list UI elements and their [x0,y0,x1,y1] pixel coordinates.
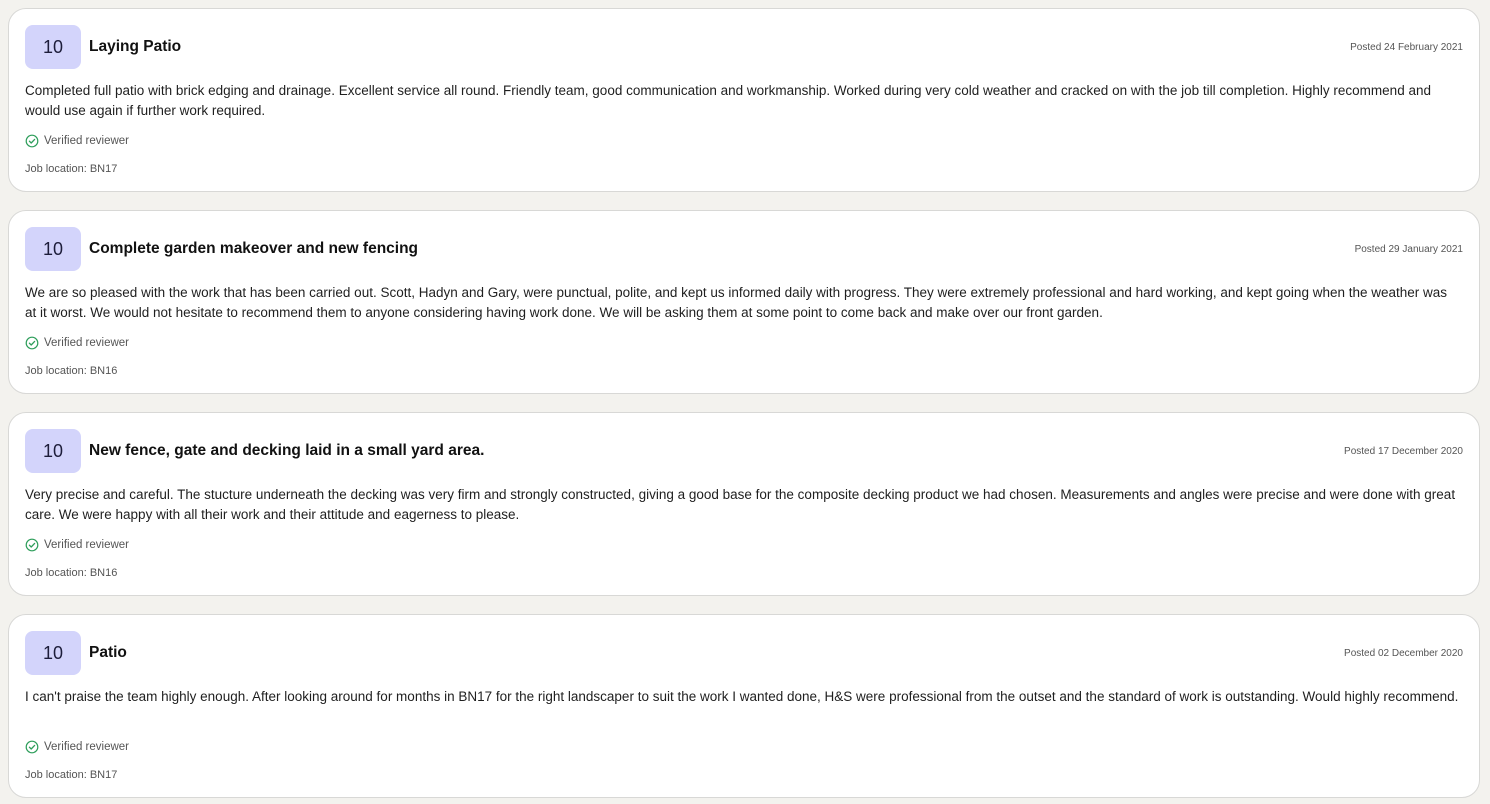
verified-label: Verified reviewer [44,337,130,349]
verified-label: Verified reviewer [44,135,130,147]
check-circle-icon [25,336,39,350]
check-circle-icon [25,538,39,552]
review-body: We are so pleased with the work that has… [25,285,1448,320]
review-title: New fence, gate and decking laid in a sm… [89,442,485,459]
review-title: Patio [89,644,127,661]
check-circle-icon [25,740,39,754]
job-location: Job location: BN16 [25,365,118,377]
verified-label: Verified reviewer [44,539,130,551]
review-card: 10 New fence, gate and decking laid in a… [8,412,1480,596]
review-card: 10 Patio Posted 02 December 2020 I can't… [8,614,1480,798]
score-badge: 10 [25,631,81,675]
review-card: 10 Laying Patio Posted 24 February 2021 … [8,8,1480,192]
posted-date: Posted 29 January 2021 [1354,244,1463,255]
review-body: Very precise and careful. The stucture u… [25,487,1456,522]
verified-badge: Verified reviewer [25,335,129,351]
check-circle-icon [25,134,39,148]
review-body: I can't praise the team highly enough. A… [25,689,1459,704]
job-location: Job location: BN16 [25,567,118,579]
verified-label: Verified reviewer [44,741,130,753]
posted-date: Posted 02 December 2020 [1344,648,1463,659]
review-title: Complete garden makeover and new fencing [89,240,419,257]
posted-date: Posted 24 February 2021 [1350,42,1463,53]
job-location: Job location: BN17 [25,163,118,175]
posted-date: Posted 17 December 2020 [1344,446,1463,457]
score-badge: 10 [25,227,81,271]
review-body: Completed full patio with brick edging a… [25,83,1431,118]
score-badge: 10 [25,429,81,473]
review-card: 10 Complete garden makeover and new fenc… [8,210,1480,394]
verified-badge: Verified reviewer [25,537,129,553]
job-location: Job location: BN17 [25,769,118,781]
review-title: Laying Patio [89,38,182,55]
score-badge: 10 [25,25,81,69]
verified-badge: Verified reviewer [25,133,129,149]
verified-badge: Verified reviewer [25,739,129,755]
